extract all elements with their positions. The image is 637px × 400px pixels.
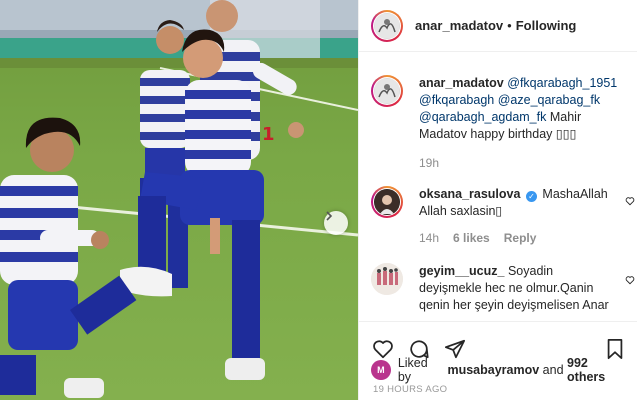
- mention-link[interactable]: @fkqarabagh_1951: [507, 76, 617, 90]
- caption: anar_madatov @fkqarabagh_1951 @fkqarabag…: [359, 53, 637, 172]
- caption-time[interactable]: 19h: [419, 155, 439, 172]
- comments-list[interactable]: anar_madatov @fkqarabagh_1951 @fkqarabag…: [359, 53, 637, 321]
- photo-scene: 1: [0, 0, 358, 398]
- likes-others[interactable]: 992 others: [567, 356, 629, 384]
- caption-author[interactable]: anar_madatov: [419, 76, 504, 90]
- reply-button[interactable]: Reply: [504, 230, 537, 247]
- caption-avatar[interactable]: [371, 75, 403, 107]
- comment-author[interactable]: geyim__ucuz_: [419, 264, 504, 278]
- svg-text:1: 1: [262, 124, 275, 145]
- comment-item: oksana_rasulova ✓ MashaAllah Allah saxla…: [359, 172, 637, 247]
- liker-avatar[interactable]: M: [371, 360, 391, 380]
- likes-summary: M Liked by musabayramov and 992 others: [371, 356, 629, 384]
- likes-connector: and: [542, 363, 564, 377]
- comment-author[interactable]: oksana_rasulova: [419, 187, 520, 201]
- post-side-panel: anar_madatov • Following anar_madatov @f…: [358, 0, 637, 400]
- post-timestamp[interactable]: 19 HOURS AGO: [373, 384, 447, 395]
- next-arrow-icon[interactable]: [324, 211, 348, 235]
- mention-link[interactable]: @aze_qarabag_fk: [498, 93, 600, 107]
- commenter-avatar[interactable]: [371, 263, 403, 295]
- post-actions: [359, 321, 637, 359]
- mention-link[interactable]: @qarabagh_agdam_fk: [419, 110, 546, 124]
- verified-badge-icon: ✓: [525, 191, 537, 202]
- following-button[interactable]: Following: [516, 18, 577, 33]
- author-avatar[interactable]: [371, 9, 403, 42]
- mention-link[interactable]: @fkqarabagh: [419, 93, 494, 107]
- commenter-avatar[interactable]: [371, 186, 403, 218]
- like-comment-heart-icon[interactable]: [625, 275, 635, 285]
- separator-dot: •: [507, 18, 512, 33]
- comment-likes[interactable]: 6 likes: [453, 230, 490, 247]
- comment-time[interactable]: 14h: [419, 230, 439, 247]
- liker-username[interactable]: musabayramov: [447, 363, 539, 377]
- post-header: anar_madatov • Following: [359, 0, 637, 52]
- author-username[interactable]: anar_madatov: [415, 18, 503, 33]
- post-photo[interactable]: 1: [0, 0, 358, 400]
- comment-item: geyim__ucuz_ Soyadin deyişmekle hec ne o…: [359, 247, 637, 314]
- likes-prefix: Liked by: [397, 356, 428, 384]
- like-comment-heart-icon[interactable]: [625, 196, 635, 206]
